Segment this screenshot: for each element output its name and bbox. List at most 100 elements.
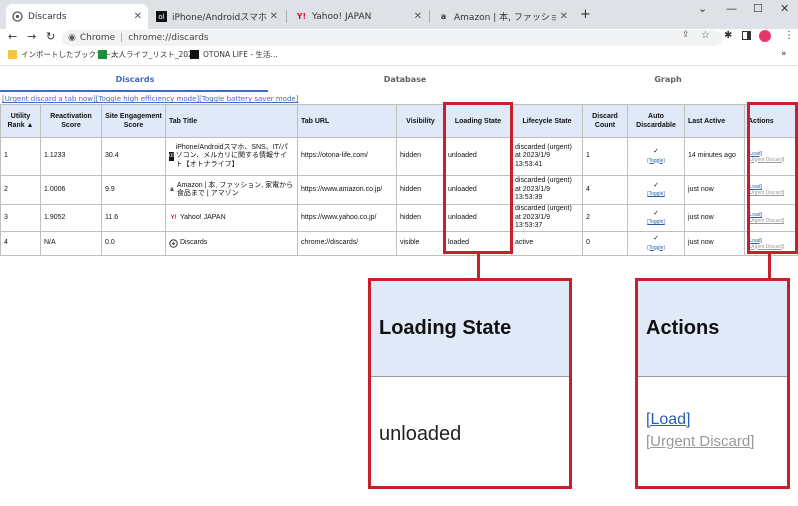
bookmark-label: 大人ライフ_リスト_202...: [111, 50, 200, 59]
new-tab-icon[interactable]: +: [580, 7, 591, 22]
cell-rank: 1: [0, 137, 41, 176]
col-utility-rank[interactable]: Utility Rank ▲: [0, 104, 41, 138]
amazon-icon: a: [170, 186, 174, 193]
col-auto-discardable[interactable]: Auto Discardable: [627, 104, 685, 138]
table-row: 1 1.1233 30.4 ol iPhone/Androidスマホ、SNS、IT…: [0, 137, 798, 176]
discards-table: Utility Rank ▲ Reactivation Score Site E…: [0, 104, 798, 256]
window-close-icon[interactable]: ✕: [780, 2, 789, 15]
cell-engagement: 30.4: [101, 137, 166, 176]
loading-state-highlight: [443, 102, 513, 254]
maximize-icon[interactable]: ☐: [753, 2, 763, 15]
page-action-links: [Urgent discard a tab now][Toggle high e…: [2, 95, 298, 103]
close-icon[interactable]: ✕: [560, 11, 568, 22]
checkmark-icon: ✓: [653, 181, 659, 189]
menu-icon[interactable]: ⋮: [784, 30, 794, 41]
cell-discard-count: 2: [582, 204, 628, 232]
bookmark-star-icon[interactable]: ☆: [701, 30, 710, 41]
more-bookmarks-icon[interactable]: »: [781, 49, 787, 59]
toggle-link[interactable]: [Toggle]: [631, 244, 681, 253]
toggle-link[interactable]: [Toggle]: [631, 157, 681, 166]
cell-lifecycle: discarded (urgent) at 2023/1/9 13:53:37: [511, 204, 583, 232]
checkmark-icon: ✓: [653, 235, 659, 242]
tab-discards-page[interactable]: Discards: [95, 75, 175, 84]
bookmark-sheets[interactable]: 大人ライフ_リスト_202...: [98, 49, 200, 60]
tab-title: iPhone/Androidスマホ、SNS、IT/パソ: [172, 13, 266, 23]
cell-visibility: hidden: [396, 137, 445, 176]
omnibox-divider: |: [120, 33, 124, 43]
cell-reactivation: 1.9052: [40, 204, 102, 232]
toggle-high-efficiency-link[interactable]: [Toggle high efficiency mode]: [96, 95, 199, 103]
bookmark-otona[interactable]: OTONA LIFE - 生活...: [190, 49, 278, 60]
cell-discard-count: 0: [582, 231, 628, 256]
tab-otona-life[interactable]: ol iPhone/Androidスマホ、SNS、IT/パソ ✕: [150, 4, 284, 29]
table-header-row: Utility Rank ▲ Reactivation Score Site E…: [0, 104, 798, 138]
close-icon[interactable]: ✕: [414, 11, 422, 22]
toggle-link[interactable]: [Toggle]: [631, 218, 681, 227]
sheets-icon: [98, 50, 107, 59]
toggle-link[interactable]: [Toggle]: [631, 190, 681, 199]
cell-url: chrome://discards/: [297, 231, 397, 256]
close-icon[interactable]: ✕: [134, 11, 142, 22]
cell-lifecycle: discarded (urgent) at 2023/1/9 13:53:41: [511, 137, 583, 176]
connector-line: [768, 254, 771, 278]
urgent-discard-link[interactable]: [Urgent discard a tab now]: [2, 95, 96, 103]
yahoo-icon: Y!: [296, 12, 307, 21]
tab-discards[interactable]: Discards ✕: [6, 4, 148, 29]
tab-amazon[interactable]: a Amazon | 本, ファッション, 家電から食 ✕: [432, 4, 574, 29]
cell-discard-count: 1: [582, 137, 628, 176]
col-reactivation-score[interactable]: Reactivation Score: [40, 104, 102, 138]
chrome-site-icon: ◉: [68, 33, 76, 43]
tab-search-icon[interactable]: ⌄: [698, 2, 707, 15]
col-tab-title[interactable]: Tab Title: [165, 104, 298, 138]
otona-life-icon: [190, 50, 199, 59]
back-icon[interactable]: ←: [8, 30, 17, 43]
tab-separator: [286, 10, 287, 23]
cell-engagement: 0.0: [101, 231, 166, 256]
zoom-load-link[interactable]: [Load]: [646, 411, 690, 429]
cell-lifecycle: discarded (urgent) at 2023/1/9 13:53:39: [511, 175, 583, 205]
profile-avatar[interactable]: [759, 30, 771, 42]
tab-title-text: iPhone/Androidスマホ、SNS、IT/パソコン、メルカリに関する情報…: [175, 143, 288, 168]
cell-last-active: just now: [684, 175, 745, 205]
loading-state-zoom: Loading State unloaded: [368, 278, 572, 489]
share-icon[interactable]: ⇪: [682, 30, 690, 40]
zoom-urgent-discard-link[interactable]: [Urgent Discard]: [646, 433, 754, 450]
close-icon[interactable]: ✕: [270, 11, 278, 22]
cell-engagement: 11.6: [101, 204, 166, 232]
tab-database[interactable]: Database: [365, 75, 445, 84]
address-bar[interactable]: ◉ Chrome | chrome://discards: [62, 30, 722, 46]
checkmark-icon: ✓: [653, 209, 659, 217]
cell-visibility: visible: [396, 231, 445, 256]
side-panel-icon[interactable]: [742, 31, 751, 40]
extensions-icon[interactable]: ✱: [724, 30, 732, 41]
active-tab-underline: [0, 90, 268, 92]
minimize-icon[interactable]: —: [726, 2, 737, 15]
chrome-gear-icon: [169, 239, 178, 248]
toggle-battery-saver-link[interactable]: [Toggle battery saver mode]: [199, 95, 298, 103]
cell-url: https://www.amazon.co.jp/: [297, 175, 397, 205]
tab-yahoo[interactable]: Y! Yahoo! JAPAN ✕: [290, 4, 428, 29]
otona-life-icon: ol: [169, 152, 174, 161]
cell-reactivation: 1.1233: [40, 137, 102, 176]
forward-icon[interactable]: →: [27, 30, 36, 43]
yahoo-icon: Y!: [170, 214, 177, 221]
omnibox-url: chrome://discards: [128, 33, 209, 43]
reload-icon[interactable]: ↻: [46, 30, 55, 43]
col-lifecycle-state[interactable]: Lifecycle State: [511, 104, 583, 138]
actions-highlight: [747, 102, 798, 254]
col-visibility[interactable]: Visibility: [396, 104, 445, 138]
omnibox-site: Chrome: [79, 33, 116, 43]
cell-reactivation: 1.0006: [40, 175, 102, 205]
tab-graph[interactable]: Graph: [628, 75, 708, 84]
col-discard-count[interactable]: Discard Count: [582, 104, 628, 138]
col-site-engagement[interactable]: Site Engagement Score: [101, 104, 166, 138]
cell-discard-count: 4: [582, 175, 628, 205]
cell-rank: 3: [0, 204, 41, 232]
cell-url: https://www.yahoo.co.jp/: [297, 204, 397, 232]
col-last-active[interactable]: Last Active: [684, 104, 745, 138]
tab-title: Amazon | 本, ファッション, 家電から食: [454, 13, 556, 23]
col-tab-url[interactable]: Tab URL: [297, 104, 397, 138]
cell-auto-discardable: ✓ [Toggle]: [627, 137, 685, 176]
folder-icon: [8, 50, 17, 59]
cell-last-active: just now: [684, 204, 745, 232]
